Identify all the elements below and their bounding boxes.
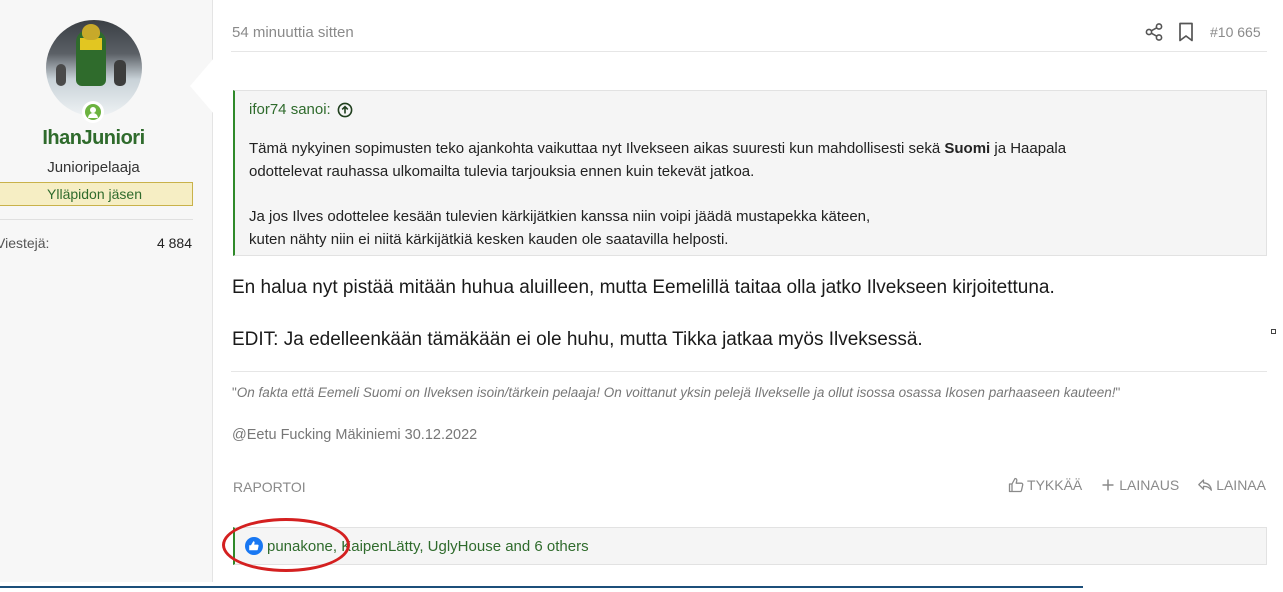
message-count-label: Viestejä: — [0, 235, 50, 251]
post-text: EDIT: Ja edelleenkään tämäkään ei ole hu… — [232, 329, 923, 350]
multiquote-button[interactable]: LAINAUS — [1100, 477, 1179, 493]
signature-divider — [231, 371, 1267, 372]
message-count-value[interactable]: 4 884 — [157, 235, 192, 251]
reply-button[interactable]: LAINAA — [1197, 477, 1266, 493]
thumbs-up-icon — [1008, 477, 1024, 493]
like-button[interactable]: TYKKÄÄ — [1008, 477, 1082, 493]
username[interactable]: IhanJuniori — [0, 127, 187, 150]
highlight-annotation — [222, 518, 350, 572]
quote-spacer — [249, 183, 1249, 205]
panel-arrow — [190, 58, 214, 114]
divider — [231, 51, 1267, 52]
post-time[interactable]: 54 minuuttia sitten — [232, 24, 354, 41]
post-actions: TYKKÄÄ LAINAUS LAINAA — [1008, 477, 1266, 493]
reply-label: LAINAA — [1216, 477, 1266, 493]
user-online-icon — [82, 101, 104, 123]
signature-quote: "On fakta että Eemeli Suomi on Ilveksen … — [232, 385, 1121, 400]
share-icon[interactable] — [1144, 22, 1164, 42]
signature-author: @Eetu Fucking Mäkiniemi 30.12.2022 — [232, 427, 478, 443]
post-text: En halua nyt pistää mitään huhua aluille… — [232, 277, 1055, 298]
reactions-bar[interactable]: punakone, KaipenLätty, UglyHouse and 6 o… — [233, 527, 1267, 565]
user-panel: IhanJuniori Junioripelaaja Ylläpidon jäs… — [0, 0, 213, 582]
arrow-up-circle-icon[interactable] — [337, 102, 353, 118]
scroll-marker — [1271, 329, 1276, 334]
avatar-helmet — [82, 24, 100, 40]
quote-line: Ja jos Ilves odottelee kesään tulevien k… — [249, 208, 871, 225]
multiquote-label: LAINAUS — [1119, 477, 1180, 493]
quote-body: Tämä nykyinen sopimusten teko ajankohta … — [249, 137, 1249, 251]
bottom-rule — [0, 586, 1083, 588]
post-number[interactable]: #10 665 — [1210, 24, 1261, 40]
quote-line: odottelevat rauhassa ulkomailta tulevia … — [249, 163, 755, 180]
avatar-skater-figure — [56, 64, 66, 86]
plus-icon — [1102, 479, 1114, 491]
quote-author-label[interactable]: ifor74 sanoi: — [249, 101, 331, 118]
avatar-skater-figure-2 — [114, 60, 126, 86]
like-label: TYKKÄÄ — [1027, 477, 1083, 493]
user-title: Junioripelaaja — [47, 159, 140, 176]
reply-icon — [1198, 479, 1213, 491]
divider — [0, 219, 193, 220]
quote-line: Tämä nykyinen sopimusten teko ajankohta … — [249, 140, 1067, 157]
quote-line: kuten nähty niin ei niitä kärkijätkiä ke… — [249, 231, 729, 248]
bookmark-icon[interactable] — [1177, 22, 1195, 42]
quote-author[interactable]: ifor74 sanoi: — [249, 101, 353, 118]
quote-block: ifor74 sanoi: Tämä nykyinen sopimusten t… — [233, 90, 1267, 256]
quote-bold-name: Suomi — [944, 140, 991, 157]
user-banner: Ylläpidon jäsen — [0, 182, 193, 206]
report-link[interactable]: RAPORTOI — [233, 479, 306, 495]
